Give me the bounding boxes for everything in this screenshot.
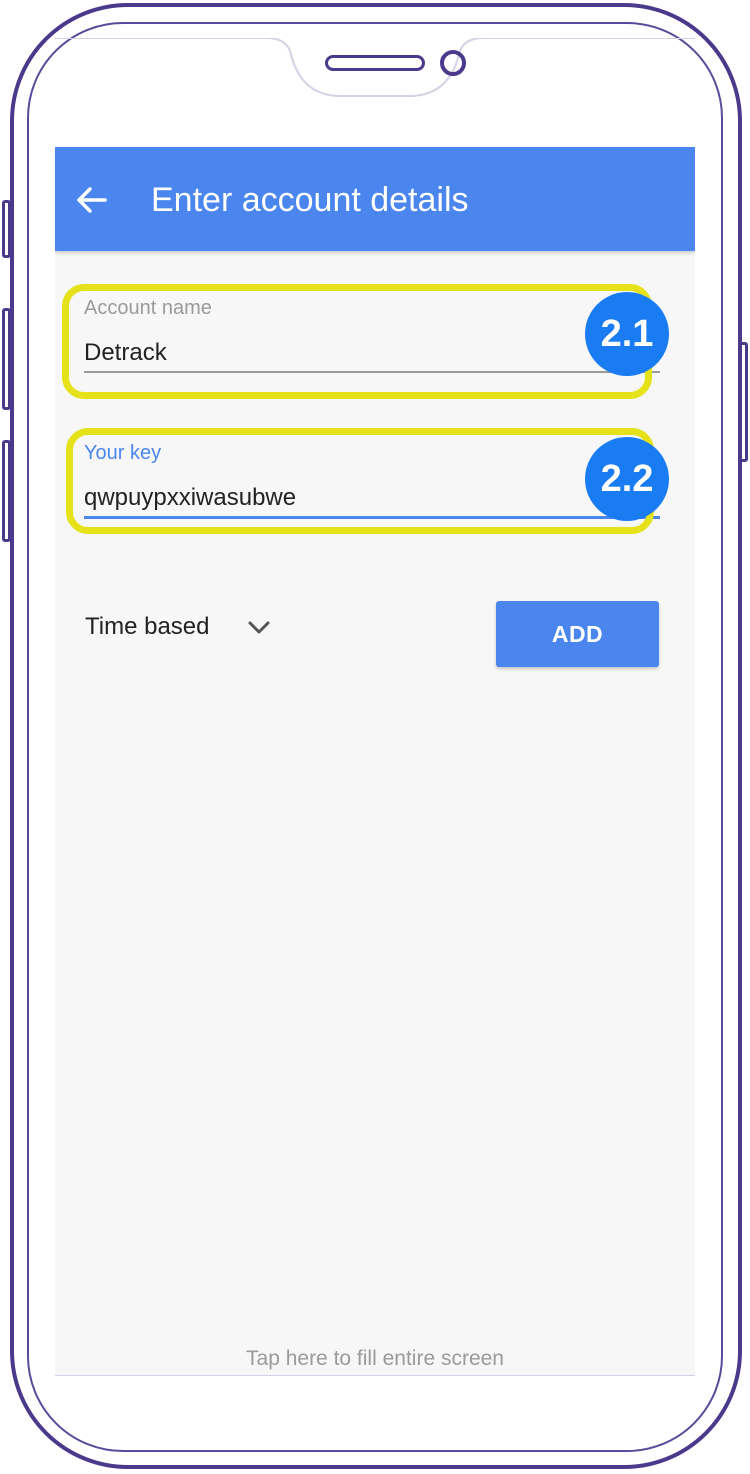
app-bar: Enter account details [55,147,695,251]
step-badge-2-2: 2.2 [585,437,669,521]
chevron-down-icon [248,621,270,634]
fill-screen-hint[interactable]: Tap here to fill entire screen [55,1347,695,1371]
phone-volume-up-button [2,308,11,410]
arrow-left-icon[interactable] [75,184,107,216]
add-button[interactable]: ADD [496,601,659,667]
page-title: Enter account details [151,181,469,219]
phone-camera [440,50,466,76]
phone-speaker [325,55,425,71]
phone-volume-down-button [2,440,11,542]
phone-side-button [2,200,11,258]
highlight-box-your-key [66,428,654,534]
key-type-dropdown[interactable]: Time based [85,613,270,647]
phone-power-button [739,342,748,462]
app-screen: Enter account details Account name Detra… [55,147,695,1375]
highlight-box-account-name [62,284,652,399]
screen-bottom-edge [55,1375,695,1376]
key-type-selected: Time based [85,613,210,640]
step-badge-2-1: 2.1 [585,292,669,376]
